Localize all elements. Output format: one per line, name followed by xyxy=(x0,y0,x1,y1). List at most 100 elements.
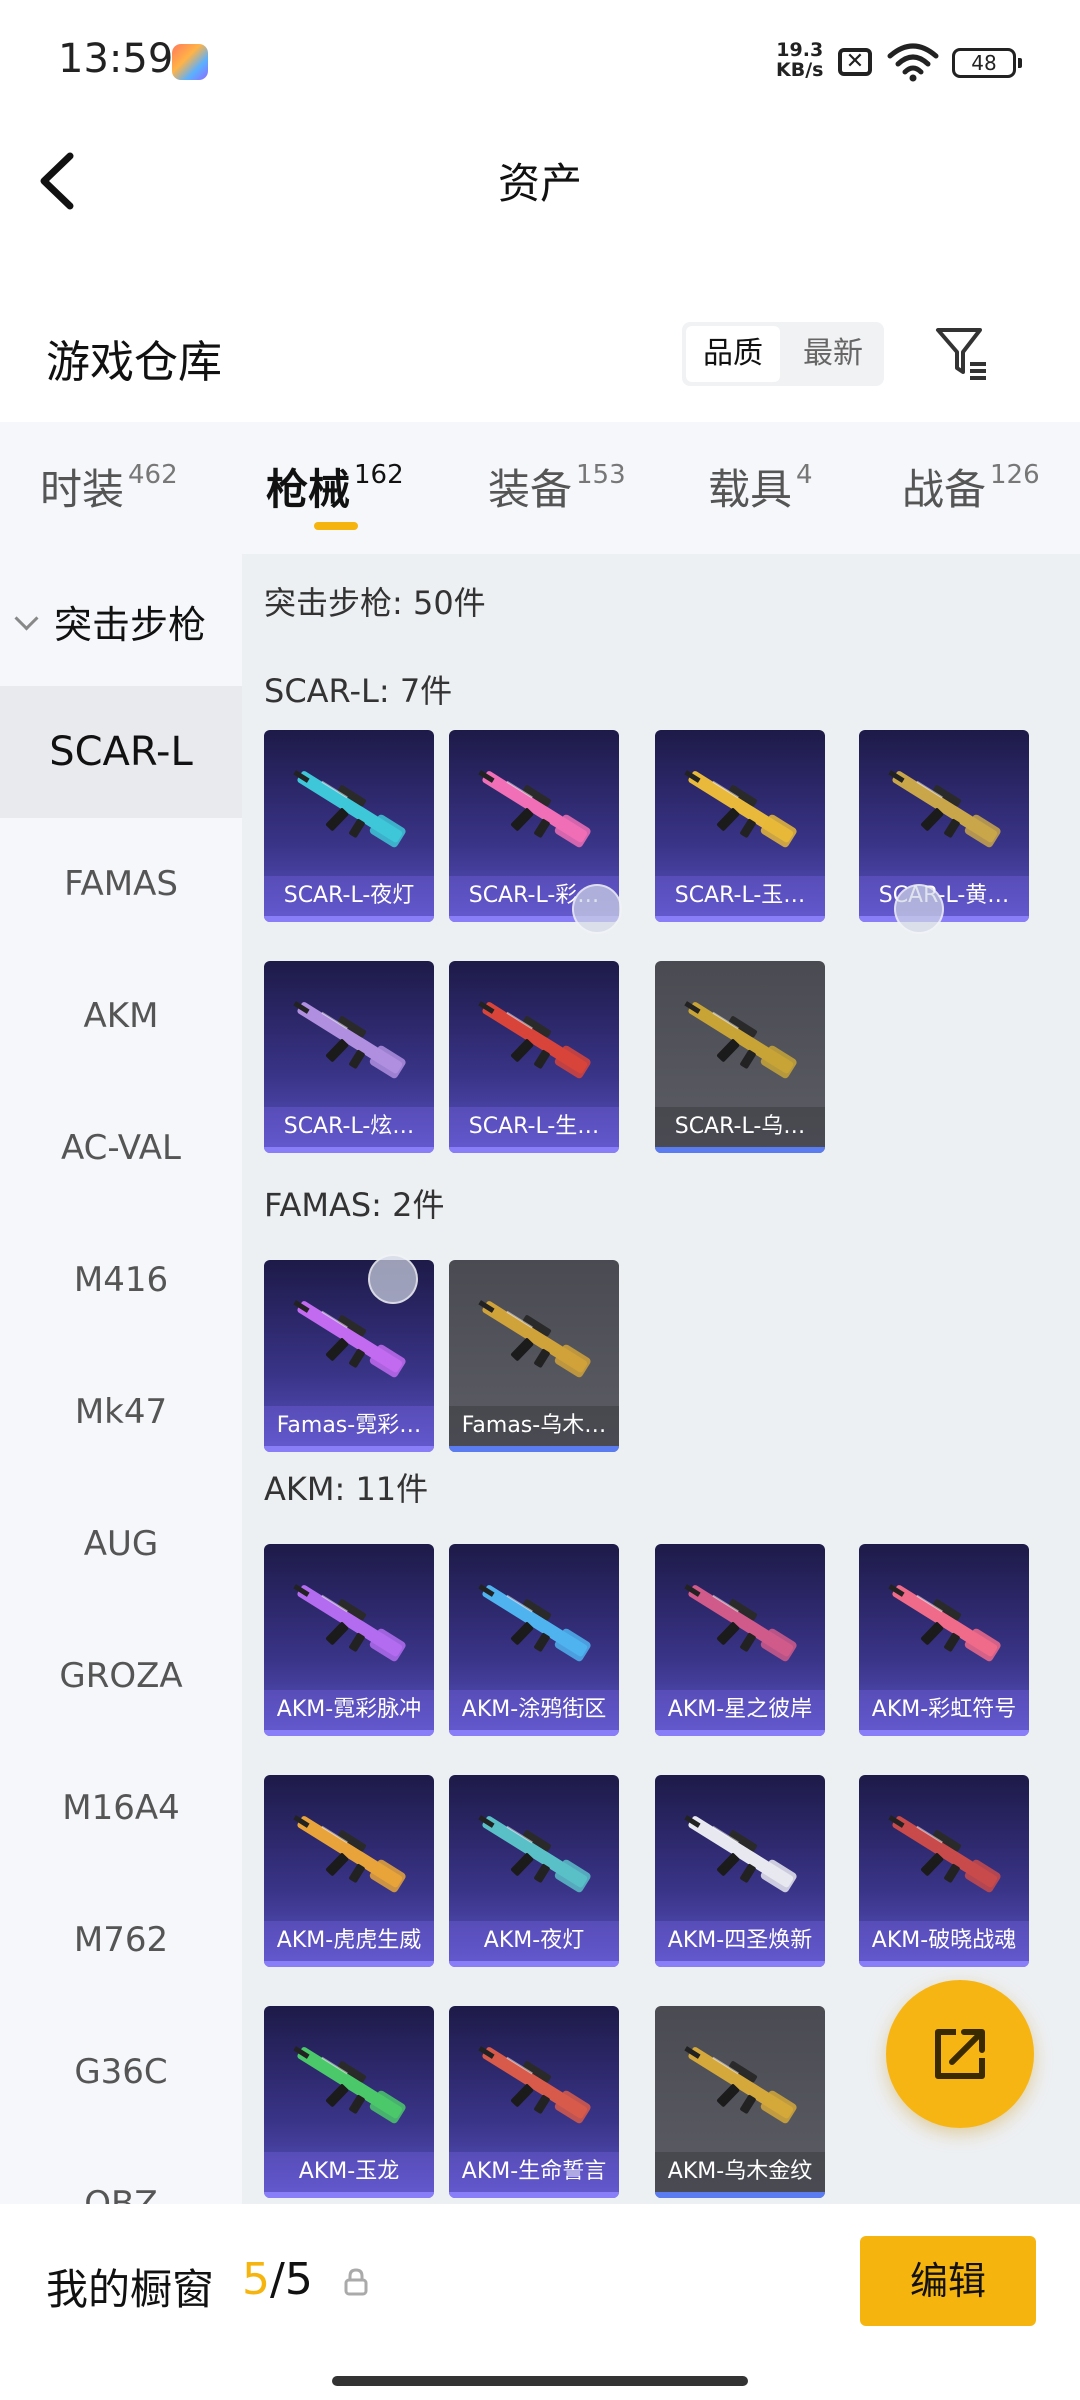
sidebar-item-g36c[interactable]: G36C xyxy=(0,2006,242,2138)
status-time: 13:59 xyxy=(58,36,174,82)
home-indicator xyxy=(332,2376,748,2386)
no-sim-icon: ✕ xyxy=(838,48,872,76)
sidebar-item-groza[interactable]: GROZA xyxy=(0,1610,242,1742)
weapon-skin-name: AKM-霓彩脉冲 xyxy=(264,1690,434,1730)
weapon-skin-card[interactable]: AKM-生命誓言 xyxy=(449,2006,619,2198)
weapon-skin-card[interactable]: Famas-乌木… xyxy=(449,1260,619,1452)
showcase-count: 5/5 xyxy=(242,2254,313,2305)
rifle-icon xyxy=(478,1300,591,1378)
showcase-used: 5 xyxy=(242,2254,270,2305)
tab-count: 462 xyxy=(128,460,178,490)
weapon-skin-name: Famas-霓彩… xyxy=(264,1406,434,1446)
weapon-skin-name: SCAR-L-生… xyxy=(449,1107,619,1147)
weapon-skin-name: AKM-玉龙 xyxy=(264,2152,434,2192)
share-button[interactable] xyxy=(886,1980,1034,2128)
weapon-skin-card[interactable]: AKM-乌木金纹 xyxy=(655,2006,825,2198)
weapon-skin-card[interactable]: SCAR-L-炫… xyxy=(264,961,434,1153)
weapon-skin-card[interactable]: SCAR-L-生… xyxy=(449,961,619,1153)
sidebar-item-scar-l[interactable]: SCAR-L xyxy=(0,686,242,818)
rifle-icon xyxy=(684,1815,797,1893)
rifle-icon xyxy=(478,2046,591,2124)
wifi-icon xyxy=(887,43,939,82)
chevron-down-icon xyxy=(14,606,39,631)
weapon-skin-name: SCAR-L-炫… xyxy=(264,1107,434,1147)
tab-label: 装备 xyxy=(488,465,573,514)
weapon-skin-card[interactable]: AKM-虎虎生威 xyxy=(264,1775,434,1967)
touch-indicator xyxy=(572,884,622,934)
tab-label: 战备 xyxy=(902,465,987,514)
sidebar-item-mk47[interactable]: Mk47 xyxy=(0,1346,242,1478)
showcase-bar: 我的橱窗 5/5 编辑 xyxy=(0,2204,1080,2400)
rifle-icon xyxy=(478,1584,591,1662)
rifle-icon xyxy=(293,1001,406,1079)
sidebar-item-aug[interactable]: AUG xyxy=(0,1478,242,1610)
sidebar-item-qbz[interactable]: QBZ xyxy=(0,2138,242,2204)
rifle-icon xyxy=(684,770,797,848)
sidebar-item-m762[interactable]: M762 xyxy=(0,1874,242,2006)
group-heading-famas: FAMAS: 2件 xyxy=(264,1186,445,1224)
rifle-icon xyxy=(888,770,1001,848)
tab-firearms[interactable]: 枪械 162 xyxy=(266,456,404,516)
weapon-skin-card[interactable]: SCAR-L-乌… xyxy=(655,961,825,1153)
network-speed: 19.3 KB/s xyxy=(776,40,823,80)
tab-count: 126 xyxy=(990,460,1040,490)
sidebar-group-label: 突击步枪 xyxy=(54,603,207,647)
game-app-icon xyxy=(172,44,208,80)
rifle-icon xyxy=(478,1001,591,1079)
tab-label: 时装 xyxy=(40,465,125,514)
weapon-skin-name: SCAR-L-夜灯 xyxy=(264,876,434,916)
weapon-skin-name: AKM-涂鸦街区 xyxy=(449,1690,619,1730)
showcase-separator: / xyxy=(270,2254,285,2305)
weapon-skin-name: AKM-虎虎生威 xyxy=(264,1921,434,1961)
tab-fashion[interactable]: 时装 462 xyxy=(40,456,178,516)
weapon-skin-card[interactable]: AKM-破晓战魂 xyxy=(859,1775,1029,1967)
sidebar-item-ac-val[interactable]: AC-VAL xyxy=(0,1082,242,1214)
rifle-icon xyxy=(478,770,591,848)
sort-newest-option[interactable]: 最新 xyxy=(786,326,880,382)
weapon-skin-name: AKM-夜灯 xyxy=(449,1921,619,1961)
weapon-skin-card[interactable]: AKM-玉龙 xyxy=(264,2006,434,2198)
weapon-skin-card[interactable]: SCAR-L-玉… xyxy=(655,730,825,922)
weapon-skin-card[interactable]: AKM-星之彼岸 xyxy=(655,1544,825,1736)
weapon-skin-name: AKM-星之彼岸 xyxy=(655,1690,825,1730)
category-summary: 突击步枪: 50件 xyxy=(264,584,486,622)
weapon-skin-card[interactable]: AKM-四圣焕新 xyxy=(655,1775,825,1967)
rifle-icon xyxy=(888,1584,1001,1662)
tab-count: 162 xyxy=(354,460,404,490)
weapon-skin-card[interactable]: AKM-夜灯 xyxy=(449,1775,619,1967)
rifle-icon xyxy=(684,2046,797,2124)
weapon-skin-card[interactable]: AKM-彩虹符号 xyxy=(859,1544,1029,1736)
sidebar-item-akm[interactable]: AKM xyxy=(0,950,242,1082)
tab-vehicles[interactable]: 载具 4 xyxy=(708,456,813,516)
weapon-skin-name: SCAR-L-乌… xyxy=(655,1107,825,1147)
showcase-total: 5 xyxy=(284,2254,313,2305)
sort-quality-option[interactable]: 品质 xyxy=(686,326,780,382)
tab-gear[interactable]: 战备 126 xyxy=(902,456,1040,516)
weapon-skin-card[interactable]: SCAR-L-黄… xyxy=(859,730,1029,922)
sidebar-item-famas[interactable]: FAMAS xyxy=(0,818,242,950)
weapon-grid: 突击步枪: 50件 SCAR-L: 7件 FAMAS: 2件 AKM: 11件 … xyxy=(242,554,1080,2204)
rifle-icon xyxy=(684,1584,797,1662)
weapon-skin-name: Famas-乌木… xyxy=(449,1406,619,1446)
weapon-skin-card[interactable]: AKM-涂鸦街区 xyxy=(449,1544,619,1736)
weapon-skin-name: AKM-破晓战魂 xyxy=(859,1921,1029,1961)
edit-button[interactable]: 编辑 xyxy=(860,2236,1036,2326)
sidebar-item-m416[interactable]: M416 xyxy=(0,1214,242,1346)
tab-count: 153 xyxy=(576,460,626,490)
filter-icon[interactable] xyxy=(932,322,992,382)
weapon-skin-name: AKM-乌木金纹 xyxy=(655,2152,825,2192)
weapon-sidebar: 突击步枪 SCAR-L FAMAS AKM AC-VAL M416 Mk47 A… xyxy=(0,554,242,2204)
weapon-skin-card[interactable]: AKM-霓彩脉冲 xyxy=(264,1544,434,1736)
sort-toggle: 品质 最新 xyxy=(682,322,884,386)
weapon-skin-card[interactable]: SCAR-L-夜灯 xyxy=(264,730,434,922)
group-heading-scar-l: SCAR-L: 7件 xyxy=(264,672,453,710)
sidebar-item-m16a4[interactable]: M16A4 xyxy=(0,1742,242,1874)
network-speed-unit: KB/s xyxy=(776,59,824,81)
weapon-skin-name: SCAR-L-玉… xyxy=(655,876,825,916)
rifle-icon xyxy=(293,1584,406,1662)
sidebar-group-assault-rifles[interactable]: 突击步枪 xyxy=(0,554,242,686)
tab-equipment[interactable]: 装备 153 xyxy=(488,456,626,516)
weapon-skin-name: SCAR-L-黄… xyxy=(859,876,1029,916)
rifle-icon xyxy=(293,2046,406,2124)
weapon-skin-name: AKM-彩虹符号 xyxy=(859,1690,1029,1730)
